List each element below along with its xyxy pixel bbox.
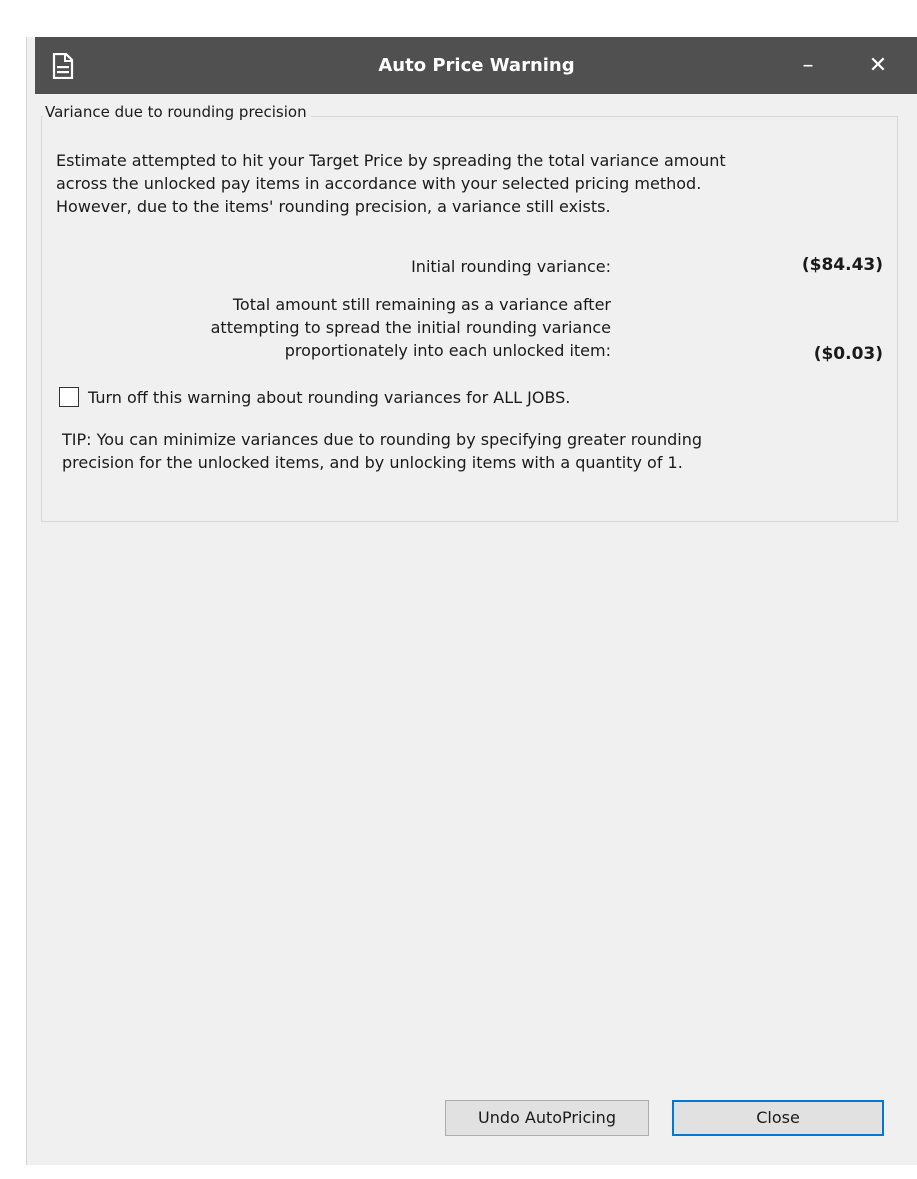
intro-line: Estimate attempted to hit your Target Pr…: [56, 151, 726, 170]
tip-line: TIP: You can minimize variances due to r…: [62, 430, 702, 449]
close-icon[interactable]: ✕: [848, 37, 908, 94]
remaining-label-line: proportionately into each unlocked item:: [284, 341, 611, 360]
close-button[interactable]: Close: [672, 1100, 884, 1136]
undo-autopricing-button[interactable]: Undo AutoPricing: [445, 1100, 649, 1136]
initial-variance-value: ($84.43): [801, 255, 883, 275]
remaining-label-line: attempting to spread the initial roundin…: [210, 318, 611, 337]
tip-line: precision for the unlocked items, and by…: [62, 453, 683, 472]
remaining-variance-label: Total amount still remaining as a varian…: [211, 293, 611, 362]
turn-off-warning-label[interactable]: Turn off this warning about rounding var…: [88, 388, 570, 407]
title-bar[interactable]: Auto Price Warning – ✕: [35, 37, 917, 94]
minimize-button[interactable]: –: [778, 37, 838, 94]
intro-line: across the unlocked pay items in accorda…: [56, 174, 702, 193]
turn-off-warning-checkbox[interactable]: [59, 387, 79, 407]
remaining-variance-value: ($0.03): [813, 344, 883, 364]
tip-text: TIP: You can minimize variances due to r…: [62, 428, 892, 474]
remaining-label-line: Total amount still remaining as a varian…: [232, 295, 611, 314]
auto-price-warning-dialog: Auto Price Warning – ✕ Variance due to r…: [26, 37, 917, 1165]
turn-off-warning-option[interactable]: Turn off this warning about rounding var…: [59, 385, 570, 409]
intro-line: However, due to the items' rounding prec…: [56, 197, 611, 216]
intro-text: Estimate attempted to hit your Target Pr…: [56, 149, 906, 218]
group-legend: Variance due to rounding precision: [43, 103, 311, 121]
initial-variance-label: Initial rounding variance:: [411, 257, 611, 276]
